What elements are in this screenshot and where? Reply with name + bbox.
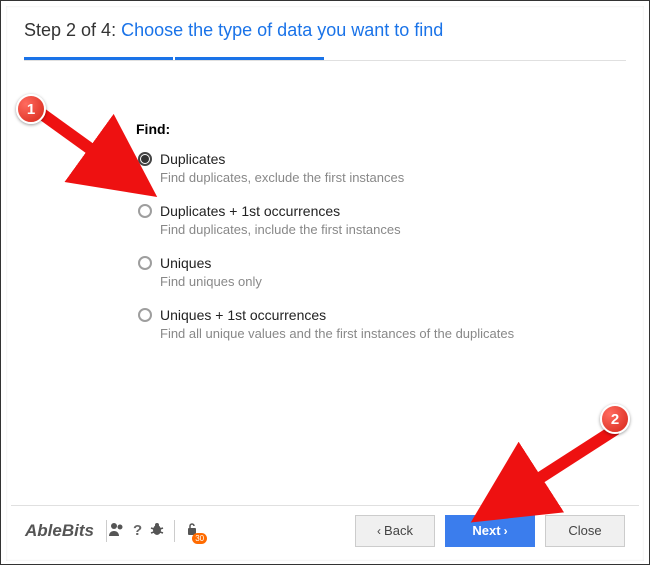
step-title: Choose the type of data you want to find — [121, 20, 443, 40]
content-area: Find: Duplicates Find duplicates, exclud… — [6, 61, 644, 341]
options-group: Duplicates Find duplicates, exclude the … — [136, 151, 644, 341]
chevron-left-icon: ‹ — [377, 524, 381, 538]
divider — [106, 520, 107, 542]
radio-icon[interactable] — [138, 204, 152, 218]
annotation-arrow-2 — [476, 421, 636, 521]
annotation-marker-1: 1 — [16, 94, 46, 124]
ablebits-logo: AbleBits — [25, 521, 94, 541]
option-desc: Find duplicates, include the first insta… — [160, 222, 644, 237]
help-icon[interactable]: ? — [133, 522, 142, 539]
option-desc: Find uniques only — [160, 274, 644, 289]
option-desc: Find duplicates, exclude the first insta… — [160, 170, 644, 185]
option-title: Uniques — [160, 255, 211, 271]
step-label: Step 2 of 4: — [24, 20, 121, 40]
option-title: Duplicates + 1st occurrences — [160, 203, 340, 219]
footer-icons: ? 30 — [109, 520, 199, 542]
option-duplicates[interactable]: Duplicates Find duplicates, exclude the … — [136, 151, 644, 185]
days-badge: 30 — [192, 533, 207, 544]
option-duplicates-1st[interactable]: Duplicates + 1st occurrences Find duplic… — [136, 203, 644, 237]
progress-seg-2 — [175, 57, 324, 60]
unlock-icon[interactable]: 30 — [185, 522, 199, 540]
divider — [174, 520, 175, 542]
option-title: Duplicates — [160, 151, 225, 167]
option-uniques-1st[interactable]: Uniques + 1st occurrences Find all uniqu… — [136, 307, 644, 341]
wizard-header: Step 2 of 4: Choose the type of data you… — [6, 6, 644, 51]
annotation-arrow-1 — [36, 106, 146, 196]
find-label: Find: — [136, 121, 644, 137]
radio-icon[interactable] — [138, 256, 152, 270]
back-button[interactable]: ‹ Back — [355, 515, 435, 547]
option-uniques[interactable]: Uniques Find uniques only — [136, 255, 644, 289]
progress-seg-3 — [326, 57, 475, 60]
people-icon[interactable] — [109, 522, 125, 540]
radio-icon[interactable] — [138, 308, 152, 322]
bug-icon[interactable] — [150, 522, 164, 540]
option-title: Uniques + 1st occurrences — [160, 307, 326, 323]
next-label: Next — [472, 523, 500, 538]
chevron-right-icon: › — [504, 524, 508, 538]
close-label: Close — [568, 523, 601, 538]
progress-seg-1 — [24, 57, 173, 60]
option-desc: Find all unique values and the first ins… — [160, 326, 644, 341]
back-label: Back — [384, 523, 413, 538]
progress-seg-4 — [477, 57, 626, 60]
annotation-marker-2: 2 — [600, 404, 630, 434]
